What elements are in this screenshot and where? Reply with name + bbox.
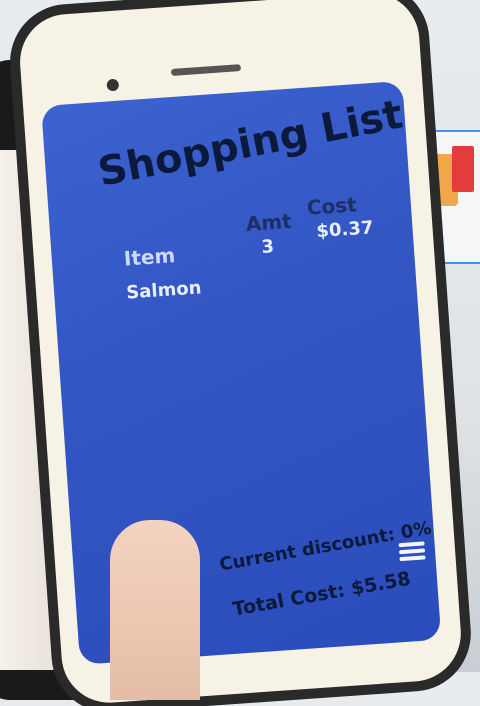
list-item-amount[interactable]: 3: [261, 236, 275, 258]
column-header-item: Item: [123, 243, 177, 271]
column-header-cost: Cost: [306, 192, 358, 220]
menu-line: [398, 548, 426, 555]
menu-line: [399, 555, 426, 562]
earpiece-speaker: [170, 64, 242, 76]
list-item-name[interactable]: Salmon: [126, 277, 203, 303]
total-cost-label: Total Cost: $5.58: [230, 567, 413, 621]
list-item-cost[interactable]: $0.37: [316, 217, 374, 242]
phone-device: Shopping List Amt Cost Item Salmon 3 $0.…: [16, 0, 465, 706]
page-title: Shopping List: [94, 91, 407, 196]
flyer-badge: [452, 146, 474, 192]
menu-line: [398, 541, 425, 548]
holding-thumb: [110, 520, 200, 700]
app-screen: Shopping List Amt Cost Item Salmon 3 $0.…: [41, 80, 442, 665]
column-header-amount: Amt: [244, 208, 293, 237]
front-camera: [106, 78, 120, 92]
hamburger-menu-icon[interactable]: [398, 538, 426, 564]
